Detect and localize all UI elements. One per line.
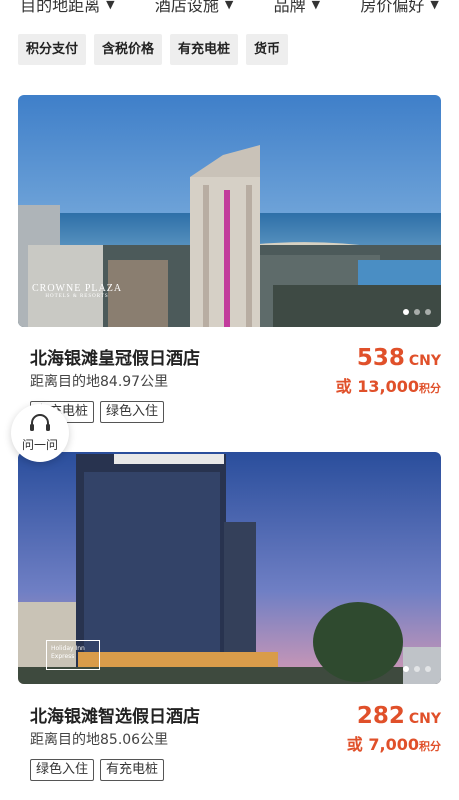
carousel-dot <box>403 309 409 315</box>
caret-down-icon: ▼ <box>106 0 115 11</box>
headset-icon <box>30 413 50 431</box>
hotel-brand-logo: Holiday Inn Express <box>46 640 100 670</box>
ask-support-label: 问一问 <box>21 437 58 452</box>
carousel-dot <box>414 666 420 672</box>
logo-line1: Holiday Inn <box>51 645 85 652</box>
hotel-points-price: 或 7,000积分 <box>347 731 441 755</box>
carousel-dot <box>414 309 420 315</box>
hotel-points-price: 或 13,000积分 <box>336 373 441 397</box>
sort-brand[interactable]: 品牌 ▼ <box>274 0 320 16</box>
logo-line2: Express <box>51 653 75 660</box>
sort-distance-label: 目的地距离 <box>20 0 101 15</box>
hotel-tags: 绿色入住 有充电桩 <box>30 759 165 781</box>
hotel-image[interactable]: Holiday Inn Express <box>18 452 441 684</box>
sort-facilities[interactable]: 酒店设施 ▼ <box>155 0 233 16</box>
hotel-distance: 距离目的地85.06公里 <box>30 732 169 748</box>
hotel-price: 538 CNY <box>357 345 441 371</box>
sort-bar: 目的地距离 ▼ 酒店设施 ▼ 品牌 ▼ 房价偏好 ▼ <box>0 0 459 18</box>
filter-tax-inclusive[interactable]: 含税价格 <box>94 34 163 65</box>
sort-price-preference-label: 房价偏好 <box>360 0 425 15</box>
tag: 绿色入住 <box>100 401 165 423</box>
carousel-dot <box>425 309 431 315</box>
hotel-name[interactable]: 北海银滩智选假日酒店 <box>30 702 200 727</box>
carousel-dot <box>425 666 431 672</box>
caret-down-icon: ▼ <box>311 0 321 11</box>
price-currency: CNY <box>408 711 441 727</box>
ask-support-button[interactable]: 问一问 <box>11 404 69 462</box>
sort-price-preference[interactable]: 房价偏好 ▼ <box>360 0 438 16</box>
filter-chips: 积分支付 含税价格 有充电桩 货币 <box>18 34 289 65</box>
sort-facilities-label: 酒店设施 <box>154 0 219 15</box>
points-amount: 13,000 <box>357 377 419 396</box>
sort-brand-label: 品牌 <box>273 0 306 15</box>
image-carousel-dots[interactable] <box>403 309 431 315</box>
hotel-image[interactable]: CROWNE PLAZA HOTELS & RESORTS <box>18 95 441 327</box>
logo-line2: HOTELS & RESORTS <box>45 294 109 299</box>
points-unit: 积分 <box>419 382 441 395</box>
filter-currency[interactable]: 货币 <box>246 34 289 65</box>
image-carousel-dots[interactable] <box>403 666 431 672</box>
carousel-dot <box>403 666 409 672</box>
caret-down-icon: ▼ <box>430 0 439 11</box>
sort-distance[interactable]: 目的地距离 ▼ <box>20 0 114 16</box>
tag: 绿色入住 <box>30 759 95 781</box>
hotel-distance: 距离目的地84.97公里 <box>30 374 169 390</box>
caret-down-icon: ▼ <box>224 0 234 11</box>
points-unit: 积分 <box>419 740 441 753</box>
filter-points-payment[interactable]: 积分支付 <box>18 34 87 65</box>
hotel-name[interactable]: 北海银滩皇冠假日酒店 <box>30 344 200 369</box>
tag: 有充电桩 <box>100 759 165 781</box>
points-amount: 7,000 <box>368 735 419 754</box>
hotel-brand-logo: CROWNE PLAZA HOTELS & RESORTS <box>32 283 122 299</box>
price-amount: 538 <box>356 345 405 371</box>
points-prefix: 或 <box>346 735 363 754</box>
price-amount: 282 <box>356 703 405 729</box>
points-prefix: 或 <box>335 377 352 396</box>
filter-ev-charging[interactable]: 有充电桩 <box>170 34 239 65</box>
hotel-price: 282 CNY <box>357 703 441 729</box>
price-currency: CNY <box>408 353 441 369</box>
logo-line1: CROWNE PLAZA <box>32 283 123 294</box>
